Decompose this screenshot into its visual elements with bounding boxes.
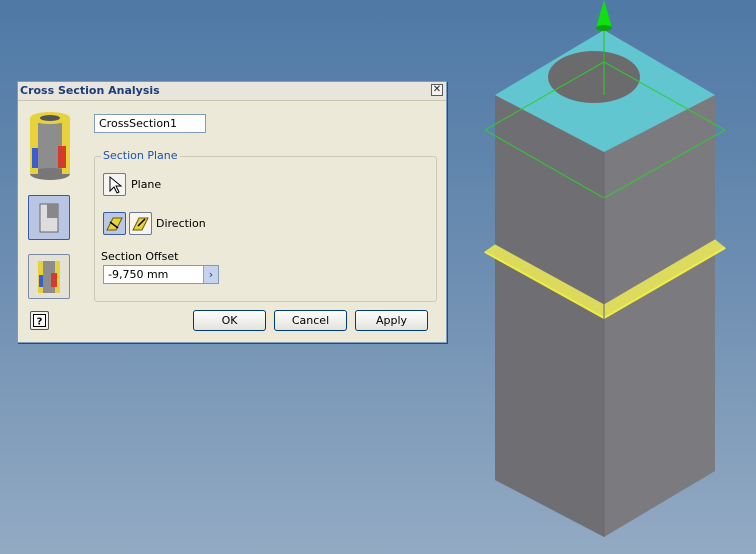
- section-analysis-mode-button[interactable]: [28, 195, 70, 240]
- close-icon: ✕: [432, 84, 442, 95]
- dialog-title: Cross Section Analysis: [20, 84, 160, 97]
- flip-direction-reverse-icon: [132, 217, 149, 231]
- direction-flip-button-2[interactable]: [129, 212, 152, 235]
- plane-select-button[interactable]: [103, 173, 126, 196]
- cursor-arrow-icon: [109, 175, 123, 194]
- box-right-face: [604, 95, 715, 537]
- section-name-input[interactable]: CrossSection1: [94, 114, 206, 133]
- chevron-right-icon: ›: [208, 268, 214, 281]
- hole: [548, 51, 640, 103]
- help-icon: ?: [33, 314, 46, 328]
- wall-thickness-icon: [38, 261, 60, 293]
- apply-button[interactable]: Apply: [355, 310, 428, 331]
- close-button[interactable]: ✕: [431, 84, 443, 96]
- section-offset-input[interactable]: -9,750 mm ›: [103, 265, 219, 284]
- section-offset-label: Section Offset: [101, 250, 179, 263]
- direction-label: Direction: [156, 217, 206, 230]
- box-left-face: [495, 95, 604, 537]
- section-plane-group: Section Plane Plane Direction Section Of…: [94, 149, 437, 302]
- cancel-button[interactable]: Cancel: [274, 310, 347, 331]
- plane-label: Plane: [131, 178, 162, 191]
- offset-flyout-button[interactable]: ›: [203, 266, 218, 283]
- section-view-icon: [39, 203, 59, 233]
- svg-text:?: ?: [37, 317, 43, 328]
- section-offset-value: -9,750 mm: [108, 268, 169, 281]
- dialog-titlebar[interactable]: Cross Section Analysis ✕: [18, 82, 446, 101]
- cross-section-analysis-icon: [26, 108, 74, 182]
- ok-button[interactable]: OK: [193, 310, 266, 331]
- direction-flip-button-1[interactable]: [103, 212, 126, 235]
- section-plane-group-label: Section Plane: [101, 149, 180, 162]
- direction-arrow-base: [596, 25, 612, 31]
- direction-arrow-icon[interactable]: [596, 0, 612, 28]
- wall-thickness-mode-button[interactable]: [28, 254, 70, 299]
- help-button[interactable]: ?: [30, 311, 49, 330]
- flip-direction-icon: [106, 217, 123, 231]
- cross-section-dialog: Cross Section Analysis ✕ CrossSection1 S…: [17, 81, 447, 343]
